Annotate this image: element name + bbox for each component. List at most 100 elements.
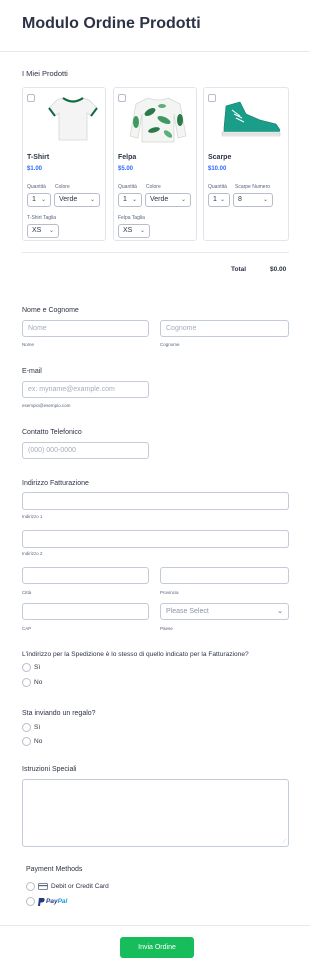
chevron-down-icon: ⌄ bbox=[48, 228, 54, 234]
tshirt-image bbox=[48, 97, 98, 141]
country-sublabel: Paese bbox=[160, 626, 173, 631]
quantity-value: 1 bbox=[123, 196, 127, 203]
chevron-down-icon: ⌄ bbox=[89, 197, 95, 203]
color-label: Colore bbox=[146, 184, 161, 190]
instructions-textarea[interactable]: ⟋ bbox=[22, 779, 289, 847]
color-value: Verde bbox=[59, 196, 78, 203]
size-value: XS bbox=[123, 227, 133, 234]
product-name: Scarpe bbox=[208, 154, 232, 161]
total-label: Total bbox=[231, 266, 247, 273]
chevron-down-icon: ⌄ bbox=[180, 197, 186, 203]
credit-card-icon bbox=[38, 883, 48, 890]
footer-divider bbox=[0, 925, 310, 926]
resize-handle-icon[interactable]: ⟋ bbox=[282, 840, 286, 845]
gift-yes-label: Sì bbox=[34, 724, 41, 731]
size-label: T-Shirt Taglia bbox=[27, 215, 57, 221]
address-line1-sublabel: Indirizzo 1 bbox=[22, 514, 43, 519]
address-line2-input[interactable] bbox=[22, 530, 289, 548]
product-price: $5.00 bbox=[118, 166, 134, 172]
paypal-pal-text: Pal bbox=[57, 898, 68, 905]
same-address-yes-radio[interactable] bbox=[22, 663, 31, 672]
chevron-down-icon: ⌄ bbox=[219, 197, 225, 203]
product-name: Felpa bbox=[118, 154, 137, 161]
phone-input[interactable]: (000) 000-0000 bbox=[22, 442, 149, 459]
last-name-input[interactable]: Cognome bbox=[160, 320, 289, 337]
total-value: $0.00 bbox=[270, 266, 287, 273]
products-label: I Miei Prodotti bbox=[22, 69, 68, 78]
quantity-select[interactable]: 1 ⌄ bbox=[27, 193, 51, 207]
color-label: Colore bbox=[55, 184, 70, 190]
gift-question: Sta inviando un regalo? bbox=[22, 710, 96, 717]
product-name: T-Shirt bbox=[27, 154, 50, 161]
shoe-image bbox=[221, 101, 281, 137]
quantity-value: 1 bbox=[32, 196, 36, 203]
quantity-label: Quantità bbox=[208, 184, 227, 190]
same-address-question: L'indirizzo per la Spedizione è lo stess… bbox=[22, 651, 249, 658]
quantity-select[interactable]: 1 ⌄ bbox=[208, 193, 230, 207]
header-divider bbox=[0, 51, 310, 52]
size-label: Felpa Taglia bbox=[118, 215, 145, 221]
address-label: Indirizzo Fatturazione bbox=[22, 480, 89, 487]
province-input[interactable] bbox=[160, 567, 289, 584]
country-select[interactable]: Please Select ⌄ bbox=[160, 603, 289, 620]
color-value: Verde bbox=[150, 196, 169, 203]
sweatshirt-image bbox=[129, 97, 187, 143]
province-sublabel: Provincia bbox=[160, 590, 179, 595]
quantity-value: 1 bbox=[213, 196, 217, 203]
paypal-pay-text: Pay bbox=[46, 898, 58, 905]
payment-label: Payment Methods bbox=[26, 866, 83, 873]
address-line2-sublabel: Indirizzo 2 bbox=[22, 551, 43, 556]
cap-sublabel: CAP bbox=[22, 626, 32, 631]
first-name-sublabel: Nome bbox=[22, 342, 35, 347]
card-payment-label: Debit or Credit Card bbox=[51, 883, 109, 890]
color-select[interactable]: Verde ⌄ bbox=[54, 193, 100, 207]
same-address-yes-label: Sì bbox=[34, 664, 41, 671]
paypal-payment-radio[interactable] bbox=[26, 897, 35, 906]
last-name-sublabel: Cognome bbox=[160, 342, 180, 347]
first-name-input[interactable]: Nome bbox=[22, 320, 149, 337]
page-title: Modulo Ordine Prodotti bbox=[22, 15, 201, 32]
size-select[interactable]: XS ⌄ bbox=[118, 224, 150, 238]
chevron-down-icon: ⌄ bbox=[131, 197, 137, 203]
quantity-select[interactable]: 1 ⌄ bbox=[118, 193, 142, 207]
product-checkbox-felpa[interactable] bbox=[118, 94, 126, 102]
product-checkbox-tshirt[interactable] bbox=[27, 94, 35, 102]
quantity-label: Quantità bbox=[118, 184, 137, 190]
email-input[interactable]: ex: myname@example.com bbox=[22, 381, 149, 398]
email-label: E-mail bbox=[22, 368, 42, 375]
product-card-scarpe[interactable]: Scarpe $10.00 Quantità Scarpe Numero 1 ⌄ … bbox=[203, 87, 289, 241]
cap-input[interactable] bbox=[22, 603, 149, 620]
submit-button[interactable]: Invia Ordine bbox=[120, 937, 194, 958]
size-value: XS bbox=[32, 227, 42, 234]
chevron-down-icon: ⌄ bbox=[262, 197, 268, 203]
product-price: $10.00 bbox=[208, 166, 227, 172]
city-input[interactable] bbox=[22, 567, 149, 584]
same-address-no-radio[interactable] bbox=[22, 678, 31, 687]
paypal-wordmark: PayPal bbox=[46, 898, 67, 905]
chevron-down-icon: ⌄ bbox=[277, 608, 283, 615]
gift-no-label: No bbox=[34, 738, 43, 745]
instructions-label: Istruzioni Speciali bbox=[22, 766, 77, 773]
city-sublabel: Città bbox=[22, 590, 32, 595]
product-checkbox-scarpe[interactable] bbox=[208, 94, 216, 102]
color-select[interactable]: Verde ⌄ bbox=[145, 193, 191, 207]
name-label: Nome e Cognome bbox=[22, 307, 79, 314]
address-line1-input[interactable] bbox=[22, 492, 289, 510]
shoe-number-label: Scarpe Numero bbox=[235, 184, 271, 190]
shoe-number-value: 8 bbox=[238, 196, 242, 203]
product-card-tshirt[interactable]: T-Shirt $1.00 Quantità Colore 1 ⌄ Verde ⌄ … bbox=[22, 87, 106, 241]
card-payment-radio[interactable] bbox=[26, 882, 35, 891]
country-placeholder: Please Select bbox=[166, 608, 209, 615]
gift-no-radio[interactable] bbox=[22, 737, 31, 746]
chevron-down-icon: ⌄ bbox=[139, 228, 145, 234]
products-divider bbox=[22, 252, 289, 253]
quantity-label: Quantità bbox=[27, 184, 46, 190]
size-select[interactable]: XS ⌄ bbox=[27, 224, 59, 238]
product-price: $1.00 bbox=[27, 166, 43, 172]
product-card-felpa[interactable]: Felpa $5.00 Quantità Colore 1 ⌄ Verde ⌄ Fe… bbox=[113, 87, 197, 241]
same-address-no-label: No bbox=[34, 679, 43, 686]
shoe-number-select[interactable]: 8 ⌄ bbox=[233, 193, 273, 207]
paypal-logo-icon bbox=[38, 898, 45, 906]
phone-label: Contatto Telefonico bbox=[22, 429, 82, 436]
gift-yes-radio[interactable] bbox=[22, 723, 31, 732]
